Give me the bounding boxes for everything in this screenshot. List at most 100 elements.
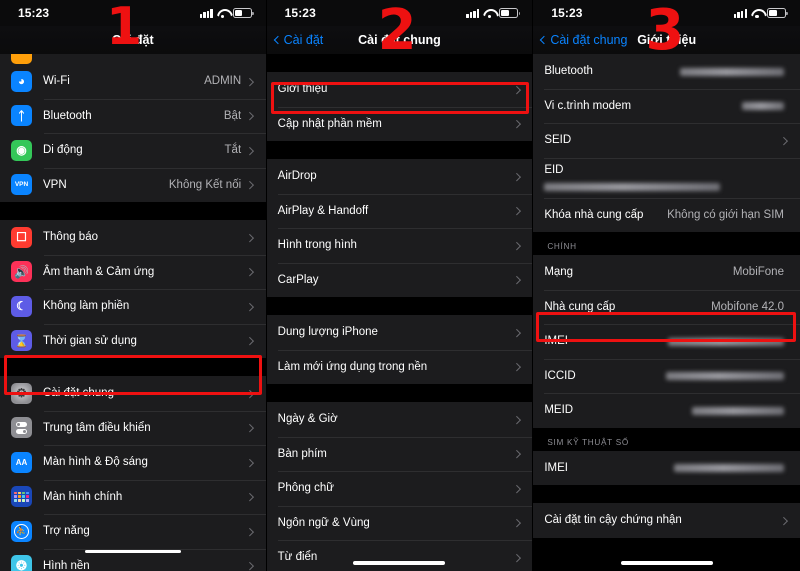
list-item-label: Thông báo [43, 231, 98, 244]
list-item-label: Trợ năng [43, 525, 90, 538]
list-item-label: Wi-Fi [43, 75, 70, 88]
chevron-right-icon [246, 146, 254, 155]
list-item-network[interactable]: Mạng MobiFone [533, 255, 800, 290]
chevron-right-icon [246, 423, 254, 432]
list-item-language-region[interactable]: Ngôn ngữ & Vùng [266, 505, 533, 540]
list-item-software-update[interactable]: Cập nhật phần mềm [266, 106, 533, 141]
sidebar-item-wifi[interactable]: ◕ Wi-Fi ADMIN [0, 64, 266, 99]
list-item-label: ICCID [544, 369, 576, 382]
vpn-icon: VPN [11, 174, 32, 196]
list-item-value: 35 727581 285742 3 [673, 464, 784, 473]
list-item-eid[interactable]: EID 8904900123456789012345678901234 [533, 157, 800, 198]
back-button[interactable]: Cài đặt chung [540, 33, 627, 47]
list-item-iphone-storage[interactable]: Dung lượng iPhone [266, 315, 533, 350]
list-item-label: Trung tâm điều khiển [43, 421, 151, 434]
list-item-airplay-handoff[interactable]: AirPlay & Handoff [266, 193, 533, 228]
home-indicator [620, 561, 713, 565]
list-item-label: Bluetooth [43, 109, 92, 122]
sidebar-item-do-not-disturb[interactable]: ☾ Không làm phiền [0, 289, 266, 324]
sidebar-item-cellular[interactable]: ◉ Di động Tắt [0, 133, 266, 168]
chevron-right-icon [246, 180, 254, 189]
home-screen-icon [11, 486, 32, 508]
list-item-esim-imei[interactable]: IMEI 35 727581 285742 3 [533, 450, 800, 485]
list-item-label: Hình nền [43, 559, 90, 571]
list-item-label: IMEI [544, 461, 568, 474]
sidebar-item-home-screen[interactable]: Màn hình chính [0, 479, 266, 514]
list-item-modem-firmware[interactable]: Vi c.trình modem 1.06.07 [533, 88, 800, 123]
sidebar-item-general[interactable]: ⚙ Cài đặt chung [0, 376, 266, 411]
list-item-value: 35727581274759 [691, 406, 784, 415]
status-bar-time: 15:23 [18, 6, 50, 20]
home-indicator [84, 550, 181, 553]
list-item-picture-in-picture[interactable]: Hình trong hình [266, 228, 533, 263]
wifi-icon [217, 9, 229, 19]
list-item-label: Cài đặt tin cậy chứng nhận [544, 514, 682, 527]
nav-bar-general: Cài đặt Cài đặt chung [266, 26, 533, 54]
list-item-label: Khóa nhà cung cấp [544, 208, 644, 221]
list-item-seid[interactable]: SEID [533, 123, 800, 158]
list-item-value: 35 727581 274759 1 [667, 337, 784, 346]
chevron-right-icon [512, 328, 521, 337]
group-storage: Dung lượng iPhone Làm mới ứng dụng trong… [266, 315, 533, 384]
chevron-right-icon [512, 119, 521, 128]
sidebar-item-sounds[interactable]: 🔊 Âm thanh & Cảm ứng [0, 254, 266, 289]
list-item-value: Tắt [224, 144, 242, 157]
general-settings-list[interactable]: Giới thiệu Cập nhật phần mềm AirDrop Air… [266, 54, 533, 571]
list-item-clipped[interactable] [0, 54, 266, 64]
list-item-bluetooth-address[interactable]: Bluetooth B8-5D-BC-D4-36-7B [533, 54, 800, 89]
about-list[interactable]: Bluetooth B8-5D-BC-D4-36-7B Vi c.trình m… [533, 54, 800, 571]
list-item-dictionary[interactable]: Từ điển [266, 540, 533, 571]
nav-bar-about: Cài đặt chung Giới thiệu [533, 26, 800, 54]
sidebar-item-control-center[interactable]: Trung tâm điều khiển [0, 410, 266, 445]
list-item-meid[interactable]: MEID 35727581274759 [533, 393, 800, 428]
group-certificate-trust: Cài đặt tin cậy chứng nhận [533, 503, 800, 538]
display-brightness-icon: AA [11, 451, 32, 473]
list-item-label: Màn hình & Độ sáng [43, 456, 148, 469]
list-item-carrier[interactable]: Nhà cung cấp Mobifone 42.0 [533, 289, 800, 324]
settings-list[interactable]: ◕ Wi-Fi ADMIN ᛏ Bluetooth Bật ◉ Di động … [0, 54, 266, 571]
list-item-certificate-trust-settings[interactable]: Cài đặt tin cậy chứng nhận [533, 503, 800, 538]
panel-general-settings: 15:23 Cài đặt Cài đặt chung Giới thiệu C… [266, 0, 534, 571]
list-item-about[interactable]: Giới thiệu [266, 72, 533, 107]
list-item-iccid[interactable]: ICCID 8984071194213412898761 [533, 358, 800, 393]
screen-time-icon: ⌛ [11, 330, 32, 352]
list-item-label: AirPlay & Handoff [277, 204, 369, 217]
chevron-right-icon [246, 111, 254, 120]
list-item-date-time[interactable]: Ngày & Giờ [266, 402, 533, 437]
chevron-right-icon [512, 275, 521, 284]
group-clipped-top [0, 54, 266, 64]
sidebar-item-screen-time[interactable]: ⌛ Thời gian sử dụng [0, 323, 266, 358]
cellular-signal-icon [466, 8, 480, 18]
list-item-background-app-refresh[interactable]: Làm mới ứng dụng trong nền [266, 349, 533, 384]
sidebar-item-accessibility[interactable]: ⛹ Trợ năng [0, 514, 266, 549]
chevron-right-icon [512, 362, 521, 371]
list-item-airdrop[interactable]: AirDrop [266, 159, 533, 194]
list-item-fonts[interactable]: Phông chữ [266, 471, 533, 506]
list-item-label: Giới thiệu [277, 83, 328, 96]
sidebar-item-vpn[interactable]: VPN VPN Không Kết nối [0, 167, 266, 202]
list-item-value: ADMIN [204, 75, 242, 88]
chevron-right-icon [512, 415, 521, 424]
status-bar-indicators [733, 8, 788, 19]
chevron-right-icon [246, 302, 254, 311]
sidebar-item-display-brightness[interactable]: AA Màn hình & Độ sáng [0, 445, 266, 480]
list-item-value: Không có giới hạn SIM [667, 208, 784, 221]
list-item-label: MEID [544, 404, 574, 417]
status-bar-indicators [466, 8, 521, 19]
list-item-label: Âm thanh & Cảm ứng [43, 265, 155, 278]
list-item-carplay[interactable]: CarPlay [266, 262, 533, 297]
chevron-right-icon [246, 389, 254, 398]
back-button[interactable]: Cài đặt [273, 33, 323, 47]
list-item-imei[interactable]: IMEI 35 727581 274759 1 [533, 324, 800, 359]
panel-about: 15:23 Cài đặt chung Giới thiệu Bluetooth… [533, 0, 800, 571]
sidebar-item-notifications[interactable]: ☐ Thông báo [0, 220, 266, 255]
section-gap [266, 384, 533, 402]
list-item-carrier-lock[interactable]: Khóa nhà cung cấp Không có giới hạn SIM [533, 197, 800, 232]
chevron-right-icon [512, 484, 521, 493]
sounds-icon: 🔊 [11, 261, 32, 283]
bluetooth-icon: ᛏ [11, 105, 32, 127]
list-item-keyboard[interactable]: Bàn phím [266, 436, 533, 471]
status-bar: 15:23 [266, 0, 533, 26]
control-center-icon [11, 417, 32, 439]
sidebar-item-bluetooth[interactable]: ᛏ Bluetooth Bật [0, 98, 266, 133]
